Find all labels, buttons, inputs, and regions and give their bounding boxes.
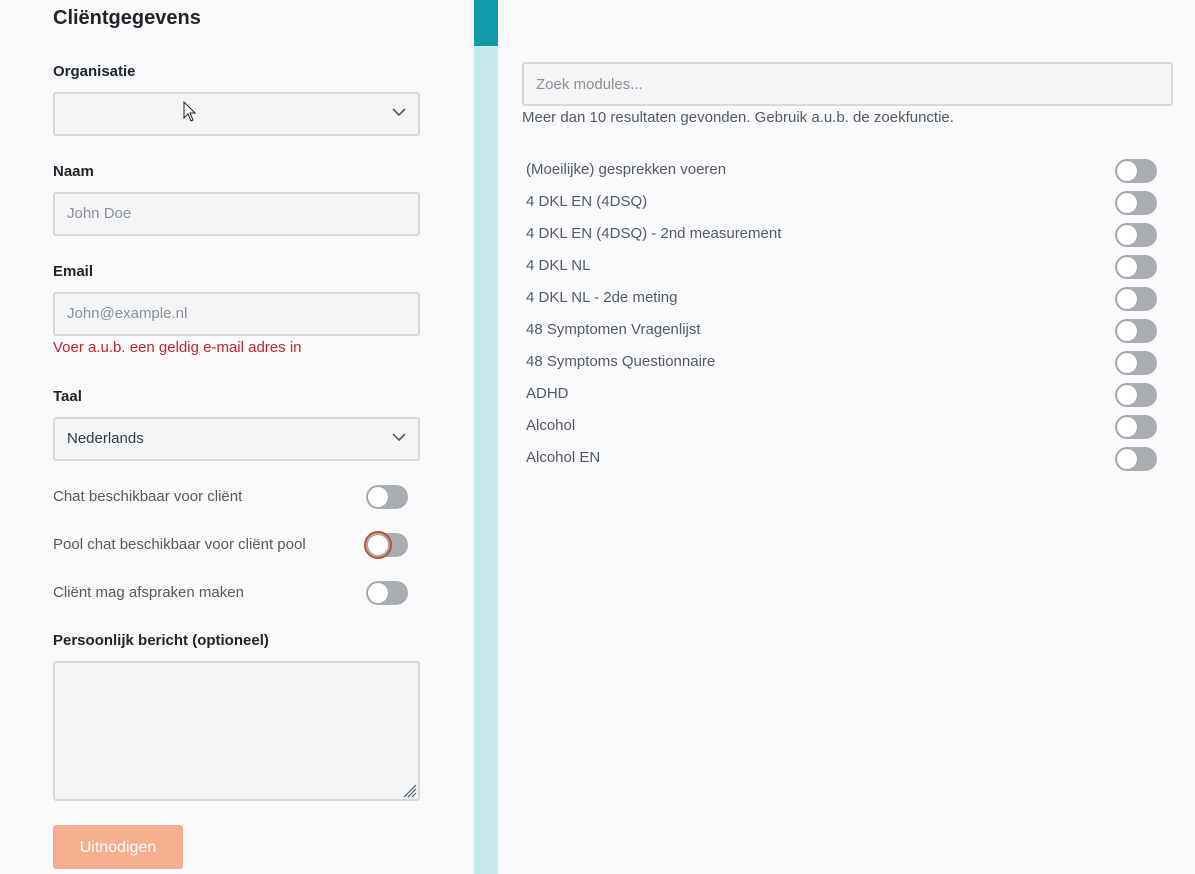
module-label: 48 Symptomen Vragenlijst [526, 321, 701, 338]
module-row: 4 DKL NL - 2de meting [526, 287, 1158, 311]
name-field[interactable] [67, 194, 387, 234]
module-search-input[interactable] [536, 64, 1156, 104]
module-toggle[interactable] [1115, 415, 1157, 439]
module-toggle[interactable] [1115, 319, 1157, 343]
language-label: Taal [53, 388, 82, 405]
chat-available-toggle[interactable] [366, 485, 408, 509]
resize-grip-icon[interactable] [401, 782, 417, 798]
name-field-box [53, 192, 420, 236]
email-error-message: Voer a.u.b. een geldig e-mail adres in [53, 339, 302, 356]
chevron-down-icon [392, 108, 406, 117]
module-label: 4 DKL NL - 2de meting [526, 289, 678, 306]
message-textarea[interactable] [53, 661, 420, 801]
module-row: 48 Symptomen Vragenlijst [526, 319, 1158, 343]
module-row: 4 DKL EN (4DSQ) - 2nd measurement [526, 223, 1158, 247]
focus-ring [364, 531, 392, 559]
module-row: 4 DKL NL [526, 255, 1158, 279]
email-field-box [53, 292, 420, 336]
module-toggle[interactable] [1115, 159, 1157, 183]
module-row: 48 Symptoms Questionnaire [526, 351, 1158, 375]
toggle-knob [1117, 289, 1137, 309]
module-toggle[interactable] [1115, 287, 1157, 311]
toggle-knob [1117, 225, 1137, 245]
module-row: Alcohol [526, 415, 1158, 439]
module-label: 4 DKL EN (4DSQ) - 2nd measurement [526, 225, 782, 242]
module-label: 4 DKL NL [526, 257, 591, 274]
organisation-label: Organisatie [53, 63, 136, 80]
panel-divider [474, 0, 498, 874]
module-row: (Moeilijke) gesprekken voeren [526, 159, 1158, 183]
results-hint: Meer dan 10 resultaten gevonden. Gebruik… [522, 109, 954, 126]
toggle-knob [1117, 385, 1137, 405]
toggle-knob [368, 583, 388, 603]
organisation-select[interactable] [53, 92, 420, 136]
toggle-knob [1117, 321, 1137, 341]
divider-accent [474, 0, 498, 46]
module-label: Alcohol EN [526, 449, 601, 466]
toggle-knob [368, 487, 388, 507]
module-search-box [522, 62, 1173, 106]
chevron-down-icon [392, 433, 406, 442]
toggle-knob [1117, 257, 1137, 277]
language-value: Nederlands [67, 430, 144, 447]
module-label: (Moeilijke) gesprekken voeren [526, 161, 727, 178]
language-select[interactable]: Nederlands [53, 417, 420, 461]
appointments-label: Cliënt mag afspraken maken [53, 584, 244, 601]
toggle-knob [1117, 193, 1137, 213]
module-toggle[interactable] [1115, 255, 1157, 279]
appointments-toggle[interactable] [366, 581, 408, 605]
module-row: Alcohol EN [526, 447, 1158, 471]
name-label: Naam [53, 163, 94, 180]
module-label: Alcohol [526, 417, 576, 434]
module-toggle[interactable] [1115, 191, 1157, 215]
organisation-value [67, 94, 387, 134]
toggle-knob [1117, 417, 1137, 437]
email-label: Email [53, 263, 94, 280]
module-toggle[interactable] [1115, 351, 1157, 375]
page-title: Cliëntgegevens [53, 7, 201, 29]
module-label: ADHD [526, 385, 569, 402]
email-field[interactable] [67, 294, 387, 334]
toggle-knob [1117, 449, 1137, 469]
toggle-knob [1117, 353, 1137, 373]
invite-button[interactable]: Uitnodigen [53, 825, 183, 869]
module-row: 4 DKL EN (4DSQ) [526, 191, 1158, 215]
module-label: 48 Symptoms Questionnaire [526, 353, 716, 370]
chat-available-label: Chat beschikbaar voor cliënt [53, 488, 243, 505]
module-label: 4 DKL EN (4DSQ) [526, 193, 648, 210]
message-label: Persoonlijk bericht (optioneel) [53, 632, 269, 649]
module-toggle[interactable] [1115, 447, 1157, 471]
mouse-pointer-icon [183, 101, 197, 122]
toggle-knob [1117, 161, 1137, 181]
module-toggle[interactable] [1115, 223, 1157, 247]
module-row: ADHD [526, 383, 1158, 407]
pool-chat-label: Pool chat beschikbaar voor cliënt pool [53, 536, 306, 553]
module-toggle[interactable] [1115, 383, 1157, 407]
